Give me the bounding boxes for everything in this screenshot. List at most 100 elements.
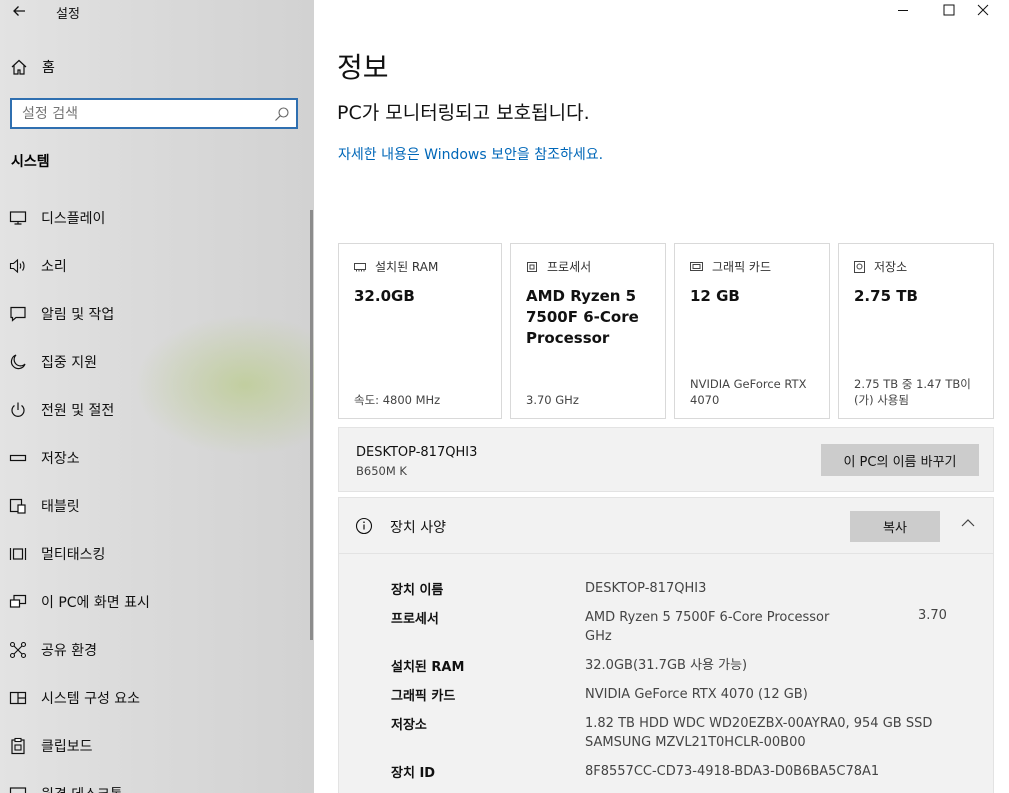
spec-value: NVIDIA GeForce RTX 4070 (12 GB): [585, 687, 808, 702]
section-title: 시스템: [11, 154, 50, 170]
spec-value: 1.82 TB HDD WDC WD20EZBX-00AYRA0, 954 GB…: [585, 716, 933, 750]
remote-desktop-icon: [9, 787, 27, 793]
sidebar-item-label: 클립보드: [41, 739, 93, 755]
sidebar-item-label: 멀티태스킹: [41, 547, 106, 563]
sidebar-item-shared-experiences[interactable]: 공유 환경: [0, 634, 314, 682]
sidebar-home-label: 홈: [42, 60, 55, 76]
spec-key: 그래픽 카드: [391, 689, 456, 704]
close-icon: [977, 4, 989, 16]
components-icon: [9, 691, 27, 705]
spec-key: 프로세서: [391, 612, 439, 627]
sidebar-item-power[interactable]: 전원 및 절전: [0, 394, 314, 442]
spec-key: 저장소: [391, 718, 427, 733]
sidebar-home[interactable]: 홈: [0, 50, 314, 82]
sidebar-item-multitasking[interactable]: 멀티태스킹: [0, 538, 314, 586]
tablet-icon: [9, 498, 26, 514]
device-name: DESKTOP-817QHI3: [356, 445, 478, 460]
home-icon: [11, 59, 27, 75]
sidebar-item-label: 공유 환경: [41, 643, 97, 659]
sidebar-item-clipboard[interactable]: 클립보드: [0, 730, 314, 778]
sidebar-item-remote-desktop[interactable]: 원격 데스크톱: [0, 778, 314, 793]
speaker-icon: [9, 258, 25, 274]
windows-security-link[interactable]: 자세한 내용은 Windows 보안을 참조하세요.: [338, 144, 603, 164]
info-icon: [355, 517, 373, 535]
sidebar-item-notifications[interactable]: 알림 및 작업: [0, 298, 314, 346]
storage-icon: [9, 454, 27, 462]
device-name-panel: DESKTOP-817QHI3 B650M K 이 PC의 이름 바꾸기: [338, 427, 994, 492]
spec-value-extra: 3.70: [918, 608, 947, 623]
monitor-icon: [9, 211, 27, 225]
card-subtext: 속도: 4800 MHz: [354, 393, 441, 407]
card-subtext: 3.70 GHz: [526, 393, 579, 407]
sidebar-item-focus-assist[interactable]: 집중 지원: [0, 346, 314, 394]
card-subtext: 2.75 TB 중 1.47 TB이(가) 사용됨: [854, 377, 971, 407]
protection-status: PC가 모니터링되고 보호됩니다.: [337, 102, 590, 124]
card-value: 32.0GB: [354, 287, 415, 305]
sidebar-item-label: 알림 및 작업: [41, 307, 115, 323]
storage-card: 저장소 2.75 TB 2.75 TB 중 1.47 TB이(가) 사용됨: [838, 243, 994, 419]
card-value: 2.75 TB: [854, 287, 918, 305]
sidebar-item-label: 시스템 구성 요소: [41, 691, 141, 707]
disk-icon: [854, 260, 865, 273]
notification-icon: [10, 306, 26, 322]
sidebar-item-label: 태블릿: [41, 499, 80, 515]
card-value: AMD Ryzen 5 7500F 6-Core Processor: [526, 287, 639, 347]
chevron-up-icon[interactable]: [961, 518, 975, 528]
search-box[interactable]: [10, 98, 298, 129]
graphics-card: 그래픽 카드 12 GB NVIDIA GeForce RTX 4070: [674, 243, 830, 419]
power-icon: [11, 402, 25, 417]
spec-key: 장치 ID: [391, 766, 436, 781]
clipboard-icon: [11, 737, 25, 755]
spec-key: 장치 이름: [391, 583, 444, 598]
device-specifications-panel: 장치 사양 복사 장치 이름 DESKTOP-817QHI3 프로세서 AMD …: [338, 497, 994, 793]
sidebar-scrollbar[interactable]: [310, 210, 313, 640]
maximize-icon: [943, 4, 955, 16]
sidebar-item-label: 집중 지원: [41, 355, 97, 371]
search-icon[interactable]: [274, 106, 290, 122]
sidebar-nav: 디스플레이 소리 알림 및 작업 집중 지원 전원 및 절전 저장소 태블릿 멀…: [0, 202, 314, 793]
card-label: 프로세서: [547, 260, 592, 274]
motherboard-model: B650M K: [356, 464, 407, 478]
sidebar-item-project-to-pc[interactable]: 이 PC에 화면 표시: [0, 586, 314, 634]
project-icon: [9, 594, 27, 608]
sidebar-item-label: 소리: [41, 259, 67, 275]
spec-value: 32.0GB(31.7GB 사용 가능): [585, 658, 748, 673]
sidebar-item-label: 저장소: [41, 451, 80, 467]
ram-icon: [354, 262, 366, 271]
card-label: 설치된 RAM: [375, 260, 439, 274]
sidebar-item-sound[interactable]: 소리: [0, 250, 314, 298]
ram-card: 설치된 RAM 32.0GB 속도: 4800 MHz: [338, 243, 502, 419]
page-title: 정보: [337, 51, 389, 84]
card-label: 저장소: [874, 260, 908, 274]
copy-button[interactable]: 복사: [850, 511, 940, 542]
gpu-icon: [690, 262, 703, 271]
card-label: 그래픽 카드: [712, 260, 772, 274]
close-button[interactable]: [960, 0, 1006, 22]
sidebar-item-system-components[interactable]: 시스템 구성 요소: [0, 682, 314, 730]
processor-card: 프로세서 AMD Ryzen 5 7500F 6-Core Processor …: [510, 243, 666, 419]
spec-title: 장치 사양: [390, 520, 446, 536]
card-subtext: NVIDIA GeForce RTX 4070: [690, 377, 807, 407]
rename-pc-button[interactable]: 이 PC의 이름 바꾸기: [821, 444, 979, 476]
sidebar-item-storage[interactable]: 저장소: [0, 442, 314, 490]
sidebar-item-label: 원격 데스크톱: [41, 784, 123, 793]
spec-value: DESKTOP-817QHI3: [585, 581, 707, 596]
search-input[interactable]: [12, 100, 262, 127]
main-content: 정보 PC가 모니터링되고 보호됩니다. 자세한 내용은 Windows 보안을…: [314, 0, 1009, 793]
sidebar-item-tablet[interactable]: 태블릿: [0, 490, 314, 538]
cpu-icon: [527, 261, 537, 272]
sidebar-item-display[interactable]: 디스플레이: [0, 202, 314, 250]
moon-icon: [10, 354, 26, 370]
spec-value: AMD Ryzen 5 7500F 6-Core Processor GHz: [585, 610, 830, 644]
sidebar: 설정 홈 시스템 디스플레이 소리 알림 및 작업 집중 지원: [0, 0, 314, 793]
share-icon: [9, 641, 27, 659]
sidebar-item-label: 디스플레이: [41, 211, 106, 227]
sidebar-item-label: 전원 및 절전: [41, 403, 115, 419]
minimize-button[interactable]: [880, 0, 926, 22]
app-title: 설정: [56, 7, 80, 22]
spec-header: 장치 사양 복사: [339, 498, 993, 554]
spec-value: 8F8557CC-CD73-4918-BDA3-D0B6BA5C78A1: [585, 764, 880, 779]
back-button[interactable]: [8, 0, 30, 22]
spec-key: 설치된 RAM: [391, 660, 465, 675]
multitasking-icon: [9, 548, 27, 560]
